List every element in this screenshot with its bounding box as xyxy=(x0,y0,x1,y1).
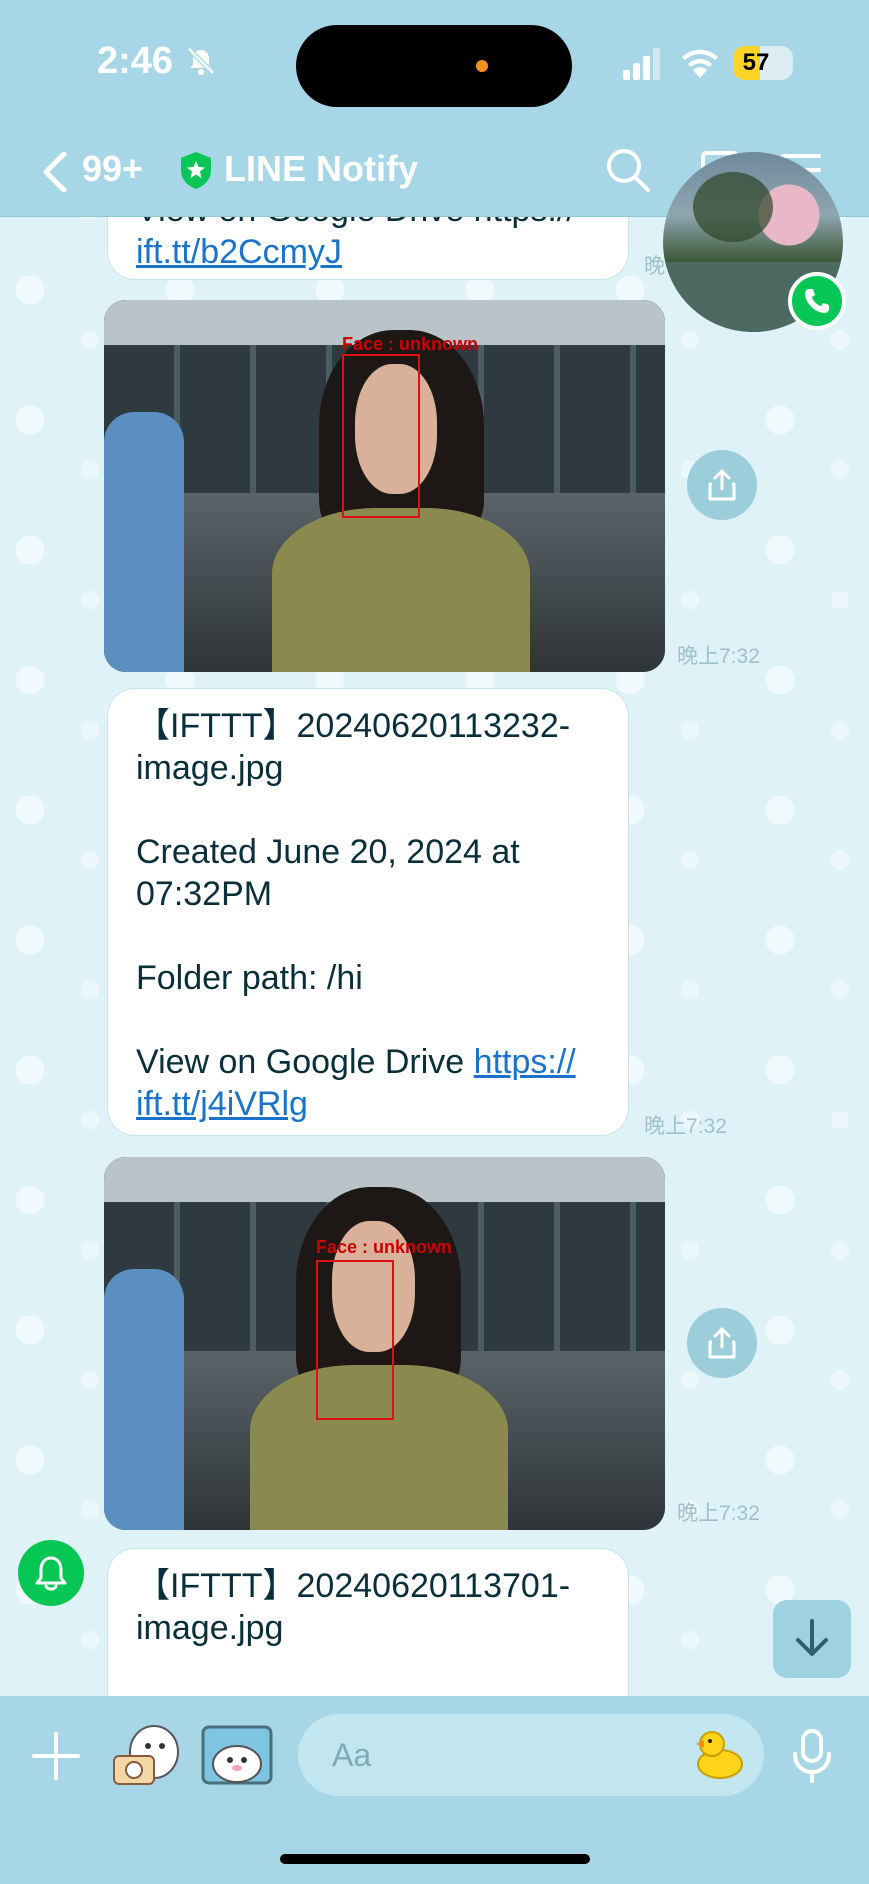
message-created-line1: Created June 20, 2024 at xyxy=(136,833,520,871)
face-label: Face : unknown xyxy=(316,1237,453,1257)
message-time: 晚上7:32 xyxy=(644,1115,727,1138)
message-title-line2: image.jpg xyxy=(136,749,284,787)
status-time: 2:46 xyxy=(97,40,174,82)
face-detection-box xyxy=(316,1260,394,1420)
share-icon xyxy=(708,469,736,501)
battery-indicator: 57 xyxy=(733,46,793,80)
photo-person-left xyxy=(104,1268,184,1530)
photo-body xyxy=(272,507,531,672)
message-created: Created June 20, 2024 at 07:32PM xyxy=(136,831,600,915)
unread-count[interactable]: 99+ xyxy=(82,148,143,190)
message-title-line2: image.jpg xyxy=(136,1609,284,1647)
chevron-left-icon[interactable] xyxy=(40,150,70,194)
message-time: 晚上7:32 xyxy=(677,645,760,668)
gallery-icon[interactable] xyxy=(200,1724,274,1786)
dynamic-island xyxy=(296,25,572,107)
face-label: Face : unknown xyxy=(342,334,479,354)
message-folder: Folder path: /hi xyxy=(136,959,363,997)
message-time: 晚 xyxy=(644,255,665,278)
arrow-down-icon xyxy=(796,1619,828,1656)
message-link-cont[interactable]: ift.tt/j4iVRlg xyxy=(136,1085,308,1123)
shield-star-icon xyxy=(181,152,211,189)
message-drive: View on Google Drive https:// ift.tt/j4i… xyxy=(136,1041,600,1125)
scroll-to-bottom-button[interactable] xyxy=(773,1600,851,1678)
input-bar xyxy=(0,1696,869,1884)
plus-icon[interactable] xyxy=(30,1730,82,1782)
privacy-indicator xyxy=(476,60,488,72)
duck-emoji-icon[interactable] xyxy=(690,1726,746,1782)
status-bar: 2:46 57 xyxy=(0,0,869,130)
camera-icon[interactable] xyxy=(110,1720,182,1790)
message-link[interactable]: ift.tt/b2CcmyJ xyxy=(136,233,342,271)
search-icon[interactable] xyxy=(604,146,652,194)
bell-icon xyxy=(35,1556,67,1591)
thumbnail-tree xyxy=(693,172,773,242)
share-button[interactable] xyxy=(687,1308,757,1378)
home-indicator xyxy=(280,1854,590,1864)
wifi-icon xyxy=(682,49,718,78)
message-title-line1: 【IFTTT】20240620113232- xyxy=(136,707,571,745)
face-detection-box xyxy=(342,354,420,518)
message-time: 晚上7:32 xyxy=(677,1502,760,1525)
image-message[interactable]: Face : unknown xyxy=(104,1157,665,1530)
message-link[interactable]: https:// xyxy=(474,1043,576,1081)
bell-off-icon xyxy=(187,47,215,75)
bot-avatar[interactable] xyxy=(18,1540,84,1606)
message-bubble[interactable]: 【IFTTT】20240620113232- image.jpg Created… xyxy=(107,688,629,1136)
message-created-line2: 07:32PM xyxy=(136,875,273,913)
share-button[interactable] xyxy=(687,450,757,520)
phone-icon xyxy=(805,289,829,313)
microphone-icon[interactable] xyxy=(790,1728,834,1784)
photo-person-left xyxy=(104,411,184,672)
message-title: 【IFTTT】20240620113232- image.jpg xyxy=(136,705,600,789)
share-icon xyxy=(708,1327,736,1359)
message-drive-prefix: View on Google Drive xyxy=(136,1043,474,1081)
signal-icon xyxy=(623,48,660,80)
message-title-line1: 【IFTTT】20240620113701- xyxy=(136,1567,571,1605)
chat-title: LINE Notify xyxy=(224,148,418,189)
battery-percent: 57 xyxy=(742,49,770,76)
call-button[interactable] xyxy=(788,272,846,330)
image-message[interactable]: Face : unknown xyxy=(104,300,665,672)
